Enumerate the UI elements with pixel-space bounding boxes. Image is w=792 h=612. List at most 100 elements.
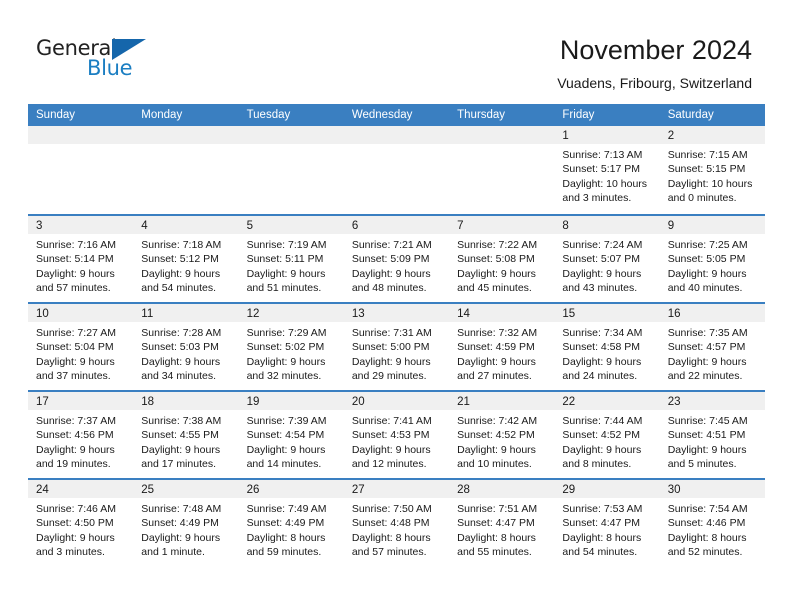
- weekday-header-row: Sunday Monday Tuesday Wednesday Thursday…: [28, 104, 765, 126]
- day-cell-empty: [449, 126, 555, 214]
- day-cell[interactable]: 28 Sunrise: 7:51 AM Sunset: 4:47 PM Dayl…: [449, 480, 555, 566]
- daylight-text-line1: Daylight: 9 hours: [457, 443, 536, 456]
- day-cell[interactable]: 12 Sunrise: 7:29 AM Sunset: 5:02 PM Dayl…: [238, 304, 344, 390]
- day-cell-empty: [343, 126, 450, 214]
- daylight-text-line2: and 57 minutes.: [36, 282, 111, 295]
- day-number-band: 29: [554, 480, 660, 498]
- sunrise-text: Sunrise: 7:39 AM: [246, 415, 327, 427]
- day-number-band: 30: [659, 480, 765, 498]
- day-cell[interactable]: 20 Sunrise: 7:41 AM Sunset: 4:53 PM Dayl…: [343, 392, 450, 478]
- day-cell[interactable]: 4 Sunrise: 7:18 AM Sunset: 5:12 PM Dayli…: [133, 216, 239, 302]
- general-blue-logo[interactable]: General Blue: [36, 36, 156, 82]
- sunrise-text: Sunrise: 7:42 AM: [457, 415, 538, 427]
- day-number: 16: [667, 308, 681, 320]
- daylight-text-line2: and 51 minutes.: [246, 282, 322, 295]
- day-cell[interactable]: 10 Sunrise: 7:27 AM Sunset: 5:04 PM Dayl…: [28, 304, 134, 390]
- day-details: Sunrise: 7:29 AM Sunset: 5:02 PM Dayligh…: [239, 322, 344, 384]
- day-cell[interactable]: 23 Sunrise: 7:45 AM Sunset: 4:51 PM Dayl…: [659, 392, 765, 478]
- day-cell[interactable]: 13 Sunrise: 7:31 AM Sunset: 5:00 PM Dayl…: [343, 304, 450, 390]
- day-cell[interactable]: 24 Sunrise: 7:46 AM Sunset: 4:50 PM Dayl…: [28, 480, 134, 566]
- day-details: Sunrise: 7:28 AM Sunset: 5:03 PM Dayligh…: [133, 322, 238, 384]
- day-cell[interactable]: 14 Sunrise: 7:32 AM Sunset: 4:59 PM Dayl…: [449, 304, 555, 390]
- daylight-text-line1: Daylight: 9 hours: [667, 443, 747, 456]
- day-cell[interactable]: 25 Sunrise: 7:48 AM Sunset: 4:49 PM Dayl…: [133, 480, 239, 566]
- day-cell[interactable]: 6 Sunrise: 7:21 AM Sunset: 5:09 PM Dayli…: [343, 216, 450, 302]
- sunset-text: Sunset: 4:52 PM: [562, 429, 641, 442]
- sunset-text: Sunset: 5:05 PM: [667, 253, 746, 266]
- daylight-text-line1: Daylight: 8 hours: [667, 531, 747, 544]
- day-cell[interactable]: 3 Sunrise: 7:16 AM Sunset: 5:14 PM Dayli…: [28, 216, 134, 302]
- day-number-band: 1: [554, 126, 660, 144]
- day-number-band: 25: [133, 480, 239, 498]
- day-details: Sunrise: 7:32 AM Sunset: 4:59 PM Dayligh…: [449, 322, 554, 384]
- day-cell[interactable]: 15 Sunrise: 7:34 AM Sunset: 4:58 PM Dayl…: [554, 304, 660, 390]
- sunrise-text: Sunrise: 7:15 AM: [667, 149, 748, 161]
- daylight-text-line1: Daylight: 9 hours: [141, 443, 221, 456]
- sunset-text: Sunset: 5:00 PM: [351, 341, 430, 354]
- daylight-text-line1: Daylight: 9 hours: [36, 267, 115, 280]
- day-number-band: 4: [133, 216, 239, 234]
- day-cell[interactable]: 21 Sunrise: 7:42 AM Sunset: 4:52 PM Dayl…: [449, 392, 555, 478]
- day-details: Sunrise: 7:31 AM Sunset: 5:00 PM Dayligh…: [344, 322, 449, 384]
- sunset-text: Sunset: 5:04 PM: [36, 341, 114, 354]
- day-cell[interactable]: 29 Sunrise: 7:53 AM Sunset: 4:47 PM Dayl…: [554, 480, 660, 566]
- day-number-band: 27: [343, 480, 450, 498]
- weekday-header-saturday: Saturday: [667, 109, 714, 121]
- day-number: 13: [351, 308, 365, 320]
- day-cell[interactable]: 16 Sunrise: 7:35 AM Sunset: 4:57 PM Dayl…: [659, 304, 765, 390]
- day-cell[interactable]: 11 Sunrise: 7:28 AM Sunset: 5:03 PM Dayl…: [133, 304, 239, 390]
- sunrise-text: Sunrise: 7:13 AM: [562, 149, 643, 161]
- day-cell[interactable]: 8 Sunrise: 7:24 AM Sunset: 5:07 PM Dayli…: [554, 216, 660, 302]
- day-number-band: 11: [133, 304, 239, 322]
- day-cell[interactable]: 27 Sunrise: 7:50 AM Sunset: 4:48 PM Dayl…: [343, 480, 450, 566]
- day-cell[interactable]: 9 Sunrise: 7:25 AM Sunset: 5:05 PM Dayli…: [659, 216, 765, 302]
- daylight-text-line1: Daylight: 9 hours: [351, 355, 431, 368]
- weekday-header-sunday: Sunday: [36, 109, 76, 121]
- sunset-text: Sunset: 4:50 PM: [36, 517, 114, 530]
- daylight-text-line1: Daylight: 9 hours: [351, 443, 431, 456]
- day-cell[interactable]: 22 Sunrise: 7:44 AM Sunset: 4:52 PM Dayl…: [554, 392, 660, 478]
- day-number: 14: [457, 308, 470, 320]
- sunset-text: Sunset: 4:59 PM: [457, 341, 535, 354]
- daylight-text-line2: and 54 minutes.: [562, 546, 638, 559]
- day-number-band: 14: [449, 304, 555, 322]
- day-cell[interactable]: 17 Sunrise: 7:37 AM Sunset: 4:56 PM Dayl…: [28, 392, 134, 478]
- daylight-text-line2: and 27 minutes.: [457, 370, 532, 383]
- day-cell[interactable]: 2 Sunrise: 7:15 AM Sunset: 5:15 PM Dayli…: [659, 126, 765, 214]
- day-number: 29: [562, 484, 576, 496]
- daylight-text-line2: and 24 minutes.: [562, 370, 638, 383]
- sunset-text: Sunset: 4:47 PM: [562, 517, 641, 530]
- daylight-text-line1: Daylight: 9 hours: [667, 267, 747, 280]
- day-number: 21: [457, 396, 470, 408]
- sunset-text: Sunset: 5:12 PM: [141, 253, 219, 266]
- day-details: Sunrise: 7:38 AM Sunset: 4:55 PM Dayligh…: [133, 410, 238, 472]
- day-cell[interactable]: 19 Sunrise: 7:39 AM Sunset: 4:54 PM Dayl…: [238, 392, 344, 478]
- day-cell[interactable]: 26 Sunrise: 7:49 AM Sunset: 4:49 PM Dayl…: [238, 480, 344, 566]
- page-header: General Blue November 2024 Vuadens, Frib…: [0, 0, 792, 104]
- day-details: Sunrise: 7:24 AM Sunset: 5:07 PM Dayligh…: [554, 234, 659, 296]
- day-cell[interactable]: 1 Sunrise: 7:13 AM Sunset: 5:17 PM Dayli…: [554, 126, 660, 214]
- day-number: 9: [667, 220, 675, 232]
- day-details: Sunrise: 7:35 AM Sunset: 4:57 PM Dayligh…: [660, 322, 765, 384]
- location-subtitle: Vuadens, Fribourg, Switzerland: [557, 75, 752, 91]
- day-cell[interactable]: 18 Sunrise: 7:38 AM Sunset: 4:55 PM Dayl…: [133, 392, 239, 478]
- sunset-text: Sunset: 4:49 PM: [246, 517, 325, 530]
- weekday-header-thursday: Thursday: [457, 109, 506, 121]
- sunset-text: Sunset: 4:49 PM: [141, 517, 219, 530]
- day-number: 23: [667, 396, 681, 408]
- daylight-text-line2: and 40 minutes.: [667, 282, 743, 295]
- daylight-text-line1: Daylight: 9 hours: [457, 267, 536, 280]
- day-cell-empty: [133, 126, 239, 214]
- sunrise-text: Sunrise: 7:44 AM: [562, 415, 643, 427]
- day-cell[interactable]: 5 Sunrise: 7:19 AM Sunset: 5:11 PM Dayli…: [238, 216, 344, 302]
- daylight-text-line2: and 34 minutes.: [141, 370, 216, 383]
- daylight-text-line1: Daylight: 9 hours: [141, 531, 221, 544]
- daylight-text-line1: Daylight: 8 hours: [457, 531, 536, 544]
- daylight-text-line2: and 32 minutes.: [246, 370, 322, 383]
- day-details: Sunrise: 7:18 AM Sunset: 5:12 PM Dayligh…: [133, 234, 238, 296]
- day-details: Sunrise: 7:16 AM Sunset: 5:14 PM Dayligh…: [28, 234, 133, 296]
- daylight-text-line1: Daylight: 10 hours: [667, 177, 753, 190]
- day-cell[interactable]: 7 Sunrise: 7:22 AM Sunset: 5:08 PM Dayli…: [449, 216, 555, 302]
- day-number: 24: [36, 484, 49, 496]
- day-cell[interactable]: 30 Sunrise: 7:54 AM Sunset: 4:46 PM Dayl…: [659, 480, 765, 566]
